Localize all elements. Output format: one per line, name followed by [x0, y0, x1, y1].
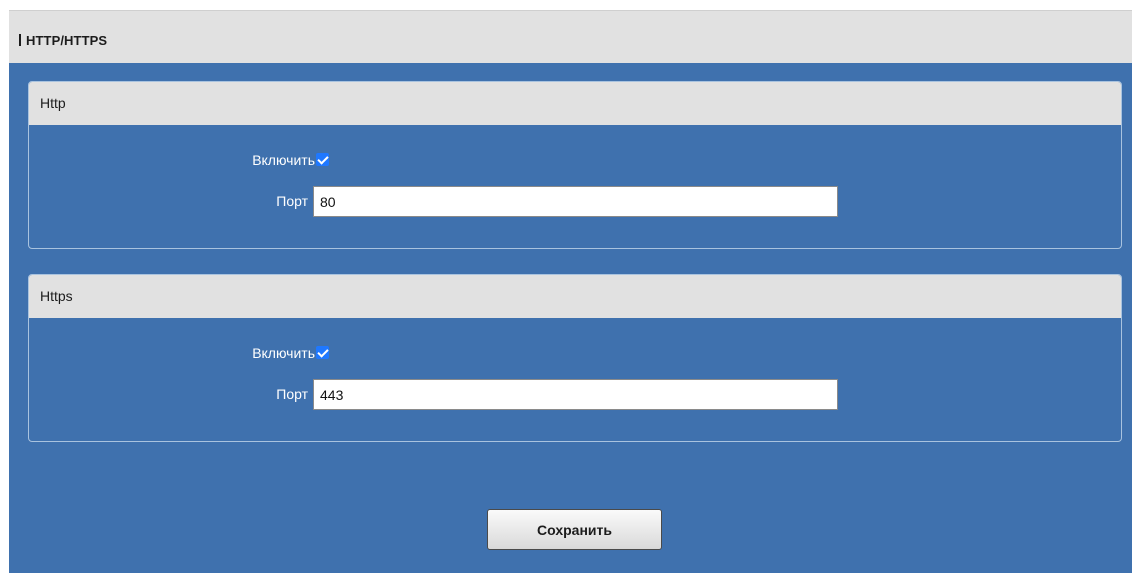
https-enable-label: Включить: [252, 345, 315, 361]
settings-frame: HTTP/HTTPS Http Включить Порт Https Вклю…: [9, 10, 1132, 573]
https-section-title: Https: [40, 288, 73, 304]
page-header: HTTP/HTTPS: [9, 10, 1132, 63]
checkmark-icon: [317, 346, 329, 358]
title-marker: [19, 34, 21, 46]
http-section-title: Http: [40, 95, 66, 111]
http-enable-checkbox[interactable]: [316, 153, 329, 166]
https-port-input[interactable]: [313, 379, 838, 410]
http-port-input[interactable]: [313, 186, 838, 217]
page-title-text: HTTP/HTTPS: [26, 33, 108, 48]
https-section: Https Включить Порт: [28, 274, 1122, 442]
http-enable-label: Включить: [252, 152, 315, 168]
http-section: Http Включить Порт: [28, 81, 1122, 249]
https-port-label: Порт: [276, 386, 308, 402]
checkmark-icon: [317, 153, 329, 165]
https-enable-checkbox[interactable]: [316, 346, 329, 359]
http-port-label: Порт: [276, 193, 308, 209]
https-section-header: Https: [29, 275, 1121, 318]
http-section-header: Http: [29, 82, 1121, 125]
page-title: HTTP/HTTPS: [19, 33, 107, 48]
save-button[interactable]: Сохранить: [487, 509, 662, 550]
